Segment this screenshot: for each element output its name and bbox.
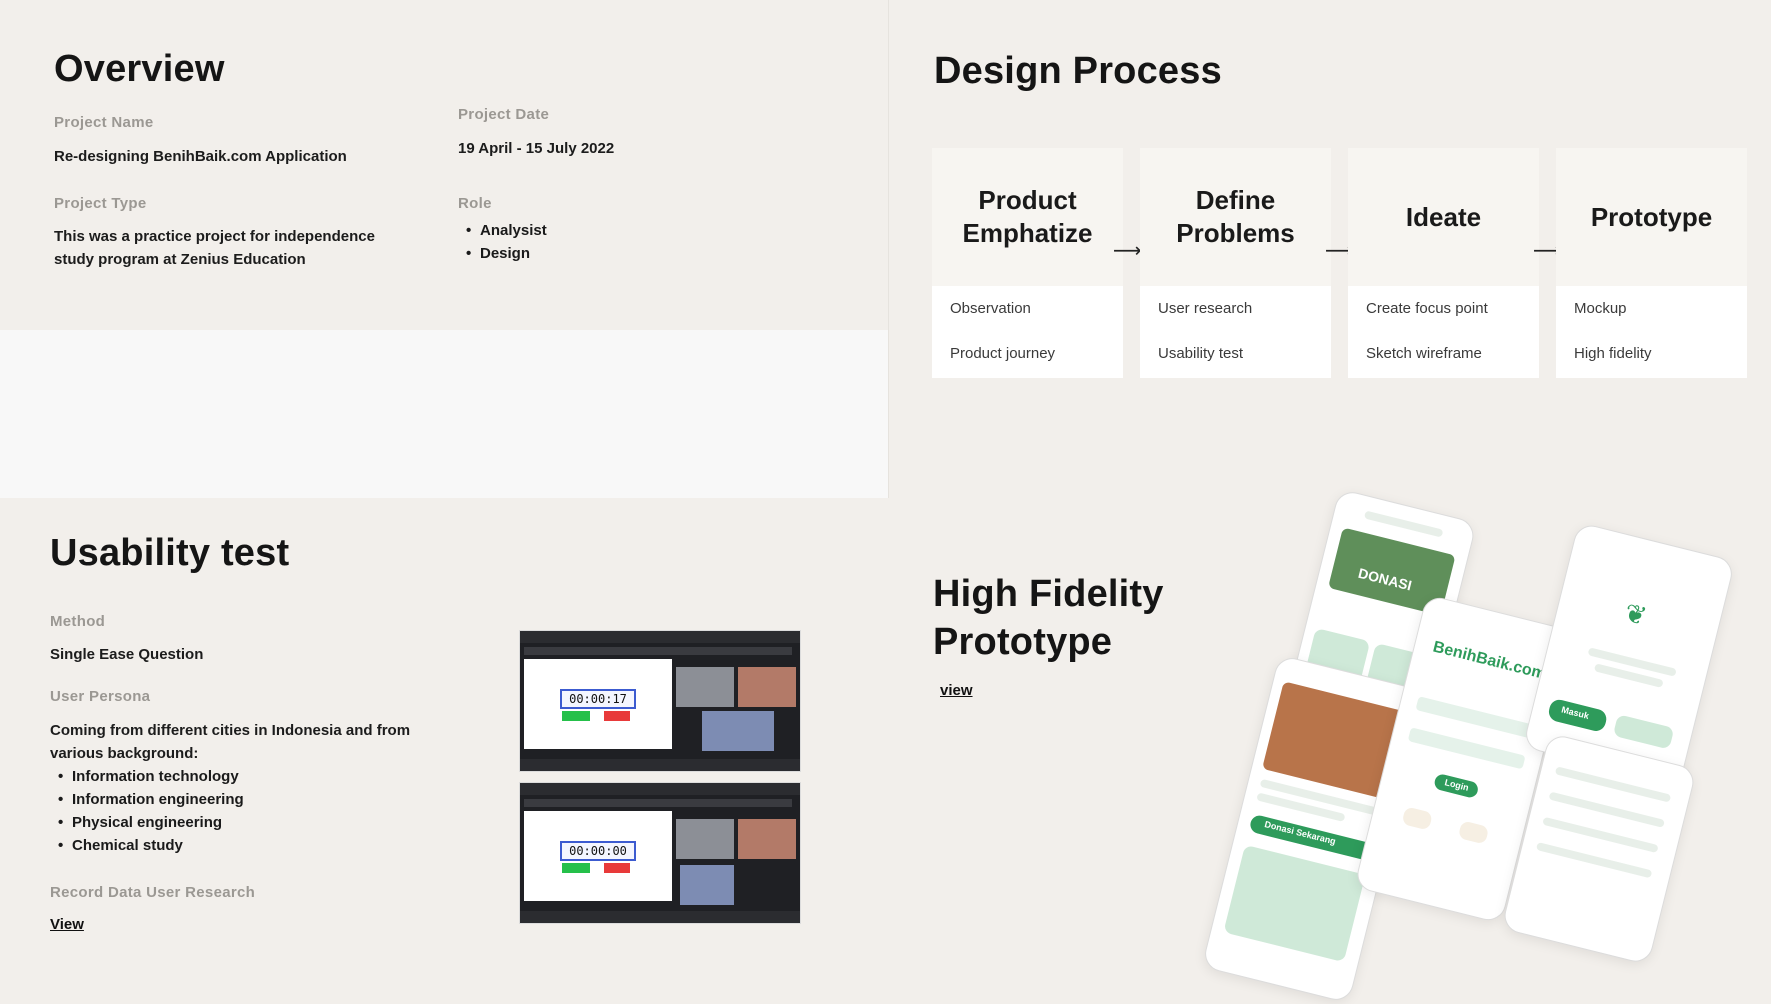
google-icon <box>1401 806 1433 831</box>
card-item: Sketch wireframe <box>1366 345 1482 362</box>
persona-line-2: various background: <box>50 745 199 762</box>
hifi-title: High Fidelity Prototype <box>933 573 1164 663</box>
background-item: Information engineering <box>58 788 244 811</box>
role-label: Role <box>458 195 492 212</box>
background-item: Information technology <box>58 765 244 788</box>
overview-section: Overview Project Name Re-designing Benih… <box>0 0 888 330</box>
persona-label: User Persona <box>50 688 151 705</box>
role-list: Analysist Design <box>466 219 547 265</box>
usability-session-screenshot: 00:00:17 <box>519 630 801 772</box>
record-view-link[interactable]: View <box>50 916 84 933</box>
timer-display: 00:00:00 <box>560 841 636 861</box>
facebook-icon <box>1457 820 1490 845</box>
participant-video <box>702 711 774 751</box>
project-type-label: Project Type <box>54 195 147 212</box>
role-item: Design <box>466 242 547 265</box>
project-name-label: Project Name <box>54 114 154 131</box>
method-label: Method <box>50 613 106 630</box>
card-item: Product journey <box>950 345 1056 362</box>
blank-band <box>0 330 888 498</box>
record-label: Record Data User Research <box>50 884 256 901</box>
project-type-line-2: study program at Zenius Education <box>54 251 306 268</box>
project-date: 19 April - 15 July 2022 <box>458 140 615 157</box>
card-item: Observation <box>950 300 1031 317</box>
card-item: Usability test <box>1158 345 1244 362</box>
process-card-define: Define Problems User research Usability t… <box>1140 148 1331 378</box>
process-card-emphatize: Product Emphatize Observation Product jou… <box>932 148 1123 378</box>
project-type-line-1: This was a practice project for independ… <box>54 228 375 245</box>
participant-video <box>738 667 796 707</box>
overview-title: Overview <box>54 48 225 90</box>
background-item: Chemical study <box>58 834 244 857</box>
card-item: High fidelity <box>1574 345 1652 362</box>
card-heading: Prototype <box>1556 148 1747 286</box>
card-item: User research <box>1158 300 1253 317</box>
participant-video <box>676 667 734 707</box>
high-fidelity-section: High Fidelity Prototype view DONASI Dona… <box>888 488 1771 1004</box>
background-item: Physical engineering <box>58 811 244 834</box>
usability-title: Usability test <box>50 532 290 574</box>
process-card-ideate: Ideate Create focus point Sketch wirefra… <box>1348 148 1539 378</box>
card-heading: Product Emphatize <box>932 148 1123 286</box>
usability-section: Usability test Method Single Ease Questi… <box>0 498 888 1001</box>
participant-video <box>738 819 796 859</box>
persona-line-1: Coming from different cities in Indonesi… <box>50 722 411 739</box>
timer-display: 00:00:17 <box>560 689 636 709</box>
participant-video <box>680 865 734 905</box>
method-value: Single Ease Question <box>50 646 204 663</box>
participant-video <box>676 819 734 859</box>
hifi-view-link[interactable]: view <box>940 682 973 699</box>
card-heading: Define Problems <box>1140 148 1331 286</box>
background-list: Information technology Information engin… <box>58 765 244 857</box>
project-date-label: Project Date <box>458 106 550 123</box>
password-field <box>1407 727 1526 770</box>
sprout-logo-icon: ❦ <box>1621 597 1650 632</box>
project-name: Re-designing BenihBaik.com Application <box>54 148 347 165</box>
design-process-title: Design Process <box>934 50 1222 92</box>
card-item: Mockup <box>1574 300 1627 317</box>
usability-session-screenshot: 00:00:00 <box>519 782 801 924</box>
brand-logo: BenihBaik.com <box>1431 638 1548 683</box>
design-process-section: Design Process Product Emphatize Observat… <box>888 0 1771 498</box>
role-item: Analysist <box>466 219 547 242</box>
card-item: Create focus point <box>1366 300 1488 317</box>
arrow-icon: ⟶ <box>1113 240 1142 262</box>
card-heading: Ideate <box>1348 148 1539 286</box>
process-card-prototype: Prototype Mockup High fidelity <box>1556 148 1747 378</box>
